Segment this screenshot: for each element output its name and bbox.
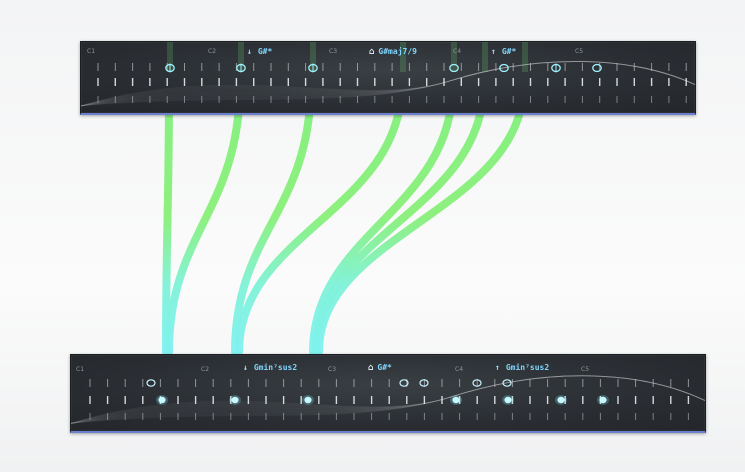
note-head <box>557 396 565 404</box>
home-icon: ⌂ <box>368 363 374 373</box>
staff-wave-line <box>80 60 696 107</box>
octave-label-c4: C4 <box>453 48 462 55</box>
note-head <box>231 396 239 404</box>
octave-label-c4: C4 <box>455 366 464 373</box>
chord-label-up[interactable]: ↑ G#* <box>491 47 516 56</box>
chord-label-home[interactable]: ⌂ G#* <box>368 363 392 373</box>
octave-label-c2: C2 <box>201 366 210 373</box>
home-icon: ⌂ <box>369 47 375 57</box>
note-glows <box>167 42 528 72</box>
note-head <box>452 396 460 404</box>
chord-label-up[interactable]: ↑ Gmin⁷sus2 <box>495 363 549 372</box>
note-glow <box>482 42 488 72</box>
voice-leading-line <box>165 78 244 356</box>
chord-label-home[interactable]: ⌂ G#maj7/9 <box>369 47 417 57</box>
note-head <box>304 396 312 404</box>
octave-label-c2: C2 <box>208 48 217 55</box>
chord-label-down[interactable]: ↓ Gmin⁷sus2 <box>243 363 297 372</box>
octave-label-c5: C5 <box>581 366 590 373</box>
down-arrow-icon: ↓ <box>243 363 248 372</box>
octave-label-c1: C1 <box>87 48 96 55</box>
octave-label-c3: C3 <box>328 366 337 373</box>
note-head <box>504 396 512 404</box>
chord-name: Gmin⁷sus2 <box>505 363 550 372</box>
up-arrow-icon: ↑ <box>491 47 496 56</box>
note-head <box>158 396 166 404</box>
staff-background <box>80 60 696 107</box>
chord-name: Gmin⁷sus2 <box>253 363 298 372</box>
octave-label-c1: C1 <box>76 366 85 373</box>
note-head <box>146 379 156 387</box>
chord-name: G#maj7/9 <box>378 47 417 56</box>
up-arrow-icon: ↑ <box>495 363 500 372</box>
target-chord-staff: C1 C2 C3 C4 C5 ↓ Gmin⁷sus2 ⌂ G#* ↑ Gmin⁷sus… <box>70 354 706 433</box>
note-glow <box>451 42 457 72</box>
down-arrow-icon: ↓ <box>247 47 252 56</box>
voice-leading-line <box>315 78 528 356</box>
chord-name: G#* <box>501 47 517 56</box>
note-head <box>599 396 607 404</box>
source-chord-staff: C1 C2 C3 C4 C5 ↓ G#* ⌂ G#maj7/9 ↑ G#* <box>80 41 696 115</box>
chord-name: G#* <box>257 47 273 56</box>
chord-label-down[interactable]: ↓ G#* <box>247 47 272 56</box>
octave-label-c5: C5 <box>575 48 584 55</box>
octave-label-c3: C3 <box>329 48 338 55</box>
note-glow <box>522 42 528 72</box>
chord-name: G#* <box>377 363 392 372</box>
